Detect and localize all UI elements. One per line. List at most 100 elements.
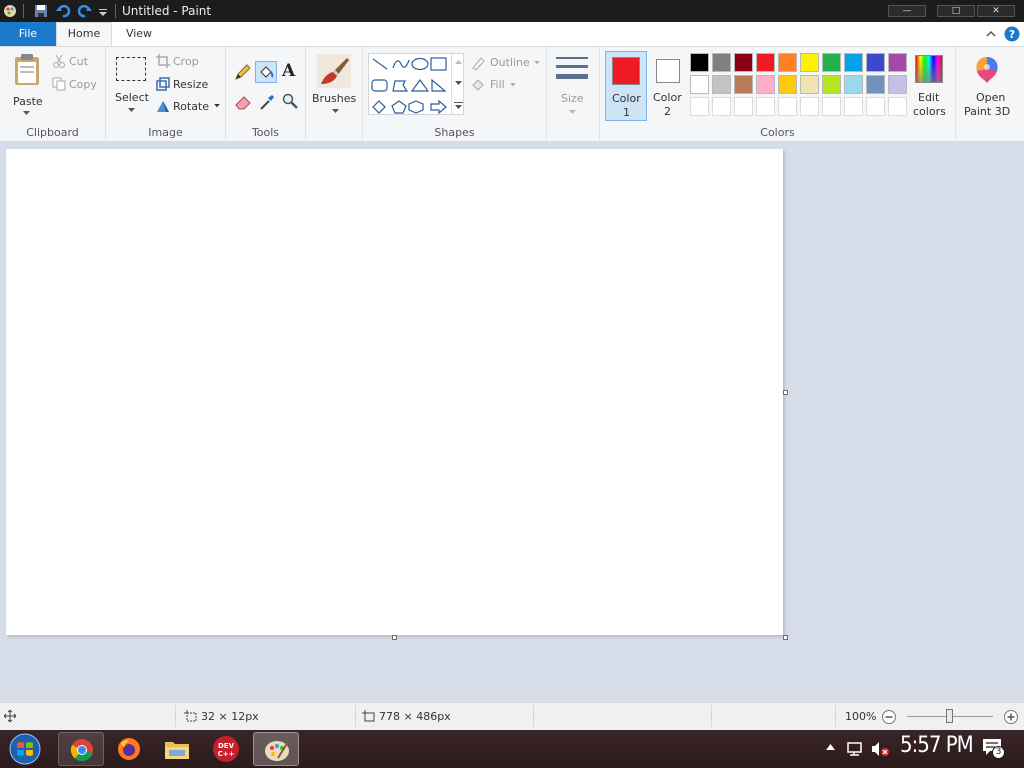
- open-paint3d-button[interactable]: Open Paint 3D: [960, 53, 1014, 123]
- paint3d-icon: [976, 57, 998, 83]
- close-button[interactable]: ✕: [977, 5, 1015, 17]
- clipboard-group-label: Clipboard: [26, 126, 79, 139]
- palette-swatch[interactable]: [712, 53, 731, 72]
- taskbar-chrome[interactable]: [58, 732, 104, 766]
- custom-color-slot[interactable]: [800, 97, 819, 116]
- custom-color-slot[interactable]: [712, 97, 731, 116]
- tools-group-label: Tools: [251, 126, 280, 139]
- network-icon[interactable]: [846, 741, 864, 757]
- palette-swatch[interactable]: [778, 53, 797, 72]
- start-button[interactable]: [6, 731, 46, 767]
- minimize-ribbon-icon[interactable]: [986, 29, 996, 39]
- text-tool-icon[interactable]: A: [282, 61, 295, 81]
- save-icon[interactable]: [33, 3, 49, 19]
- scroll-up-icon[interactable]: [455, 60, 462, 65]
- volume-muted-icon[interactable]: [870, 741, 890, 757]
- palette-swatch[interactable]: [866, 75, 885, 94]
- clock[interactable]: 5:57 PM: [900, 733, 974, 758]
- palette-swatch[interactable]: [690, 75, 709, 94]
- help-icon[interactable]: ?: [1004, 26, 1020, 42]
- palette-swatch[interactable]: [756, 53, 775, 72]
- custom-color-slot[interactable]: [778, 97, 797, 116]
- taskbar-file-explorer[interactable]: [154, 732, 200, 766]
- custom-color-slot[interactable]: [822, 97, 841, 116]
- chevron-down-icon: [569, 110, 576, 114]
- cut-button[interactable]: Cut: [52, 54, 102, 70]
- custom-color-slot[interactable]: [690, 97, 709, 116]
- fill-tool-button[interactable]: [255, 61, 277, 83]
- palette-swatch[interactable]: [822, 53, 841, 72]
- resize-button[interactable]: Resize: [156, 77, 216, 93]
- scroll-down-icon[interactable]: [455, 81, 462, 86]
- rotate-button[interactable]: Rotate: [156, 99, 222, 115]
- custom-color-slot[interactable]: [756, 97, 775, 116]
- palette-swatch[interactable]: [866, 53, 885, 72]
- fill-label: Fill: [490, 78, 505, 91]
- palette-swatch[interactable]: [690, 53, 709, 72]
- edit-colors-button[interactable]: Edit colors: [912, 53, 952, 123]
- show-hidden-icons-icon[interactable]: [826, 744, 835, 750]
- resize-handle-right[interactable]: [783, 390, 788, 395]
- custom-color-slot[interactable]: [866, 97, 885, 116]
- palette-swatch[interactable]: [800, 75, 819, 94]
- tab-home[interactable]: Home: [56, 22, 112, 47]
- custom-color-slot[interactable]: [844, 97, 863, 116]
- zoom-out-icon[interactable]: [881, 709, 897, 725]
- color2-swatch: [656, 59, 680, 83]
- tab-file[interactable]: File: [0, 22, 56, 46]
- palette-swatch[interactable]: [822, 75, 841, 94]
- action-center-button[interactable]: 3: [982, 738, 1005, 760]
- palette-swatch[interactable]: [844, 75, 863, 94]
- crop-button[interactable]: Crop: [156, 54, 216, 70]
- shapes-gallery[interactable]: [368, 53, 464, 115]
- chevron-down-icon: [23, 111, 30, 115]
- palette-swatch[interactable]: [888, 75, 907, 94]
- resize-handle-corner[interactable]: [783, 635, 788, 640]
- palette-swatch[interactable]: [888, 53, 907, 72]
- magnifier-icon[interactable]: [282, 93, 298, 109]
- expand-gallery-icon[interactable]: [454, 102, 463, 110]
- clipboard-group: Paste Cut Copy Clipboard: [0, 47, 106, 141]
- copy-button[interactable]: Copy: [52, 77, 102, 93]
- color2-button[interactable]: Color 2: [649, 51, 689, 121]
- resize-handle-bottom[interactable]: [392, 635, 397, 640]
- color1-swatch: [612, 57, 640, 85]
- zoom-in-icon[interactable]: [1003, 709, 1019, 725]
- palette-swatch[interactable]: [734, 53, 753, 72]
- tab-view[interactable]: View: [114, 22, 164, 46]
- palette-swatch[interactable]: [712, 75, 731, 94]
- image-group-label: Image: [148, 126, 183, 139]
- pencil-icon[interactable]: [234, 63, 252, 81]
- eraser-icon[interactable]: [234, 93, 252, 111]
- paste-button[interactable]: Paste: [4, 51, 48, 121]
- drawing-canvas[interactable]: [6, 149, 783, 635]
- ribbon-tab-row: File Home View ?: [0, 22, 1024, 47]
- zoom-slider-thumb[interactable]: [946, 709, 953, 723]
- color1-button[interactable]: Color 1: [605, 51, 647, 121]
- taskbar-devcpp[interactable]: DEV C++: [204, 732, 250, 766]
- resize-icon: [156, 77, 170, 91]
- taskbar-firefox[interactable]: [106, 732, 152, 766]
- taskbar-paint[interactable]: [253, 732, 299, 766]
- custom-color-slot[interactable]: [734, 97, 753, 116]
- select-button[interactable]: Select: [112, 53, 152, 121]
- palette-swatch[interactable]: [756, 75, 775, 94]
- outline-label: Outline: [490, 56, 530, 69]
- fill-button[interactable]: Fill: [470, 77, 530, 93]
- palette-swatch[interactable]: [800, 53, 819, 72]
- palette-swatch[interactable]: [844, 53, 863, 72]
- custom-color-slot[interactable]: [888, 97, 907, 116]
- palette-swatch[interactable]: [734, 75, 753, 94]
- brushes-button[interactable]: Brushes: [310, 53, 360, 123]
- redo-icon[interactable]: [77, 3, 93, 19]
- size-button[interactable]: Size: [553, 53, 595, 121]
- paint-app-icon[interactable]: [2, 3, 18, 19]
- minimize-button[interactable]: —: [888, 5, 926, 17]
- shapes-scroll[interactable]: [451, 54, 464, 115]
- undo-icon[interactable]: [55, 3, 71, 19]
- color-picker-icon[interactable]: [258, 93, 276, 111]
- palette-swatch[interactable]: [778, 75, 797, 94]
- maximize-button[interactable]: □: [937, 5, 975, 17]
- outline-button[interactable]: Outline: [470, 55, 542, 71]
- customize-quick-access-icon[interactable]: [97, 3, 109, 19]
